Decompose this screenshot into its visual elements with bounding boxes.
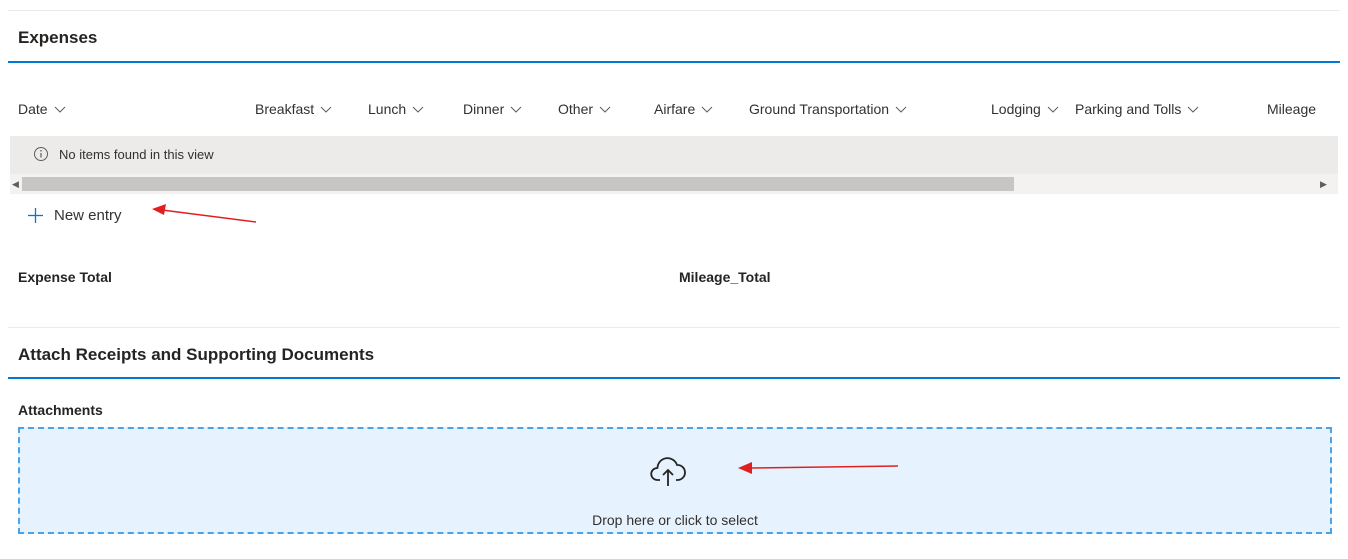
column-header-mileage[interactable]: Mileage (1267, 101, 1316, 117)
chevron-down-icon (54, 106, 65, 113)
column-header-label: Breakfast (255, 101, 315, 117)
scroll-left-arrow-icon[interactable]: ◀ (12, 179, 19, 190)
column-header-label: Mileage (1267, 101, 1317, 117)
column-header-label: Other (558, 101, 594, 117)
chevron-down-icon (599, 106, 611, 113)
column-header-dinner[interactable]: Dinner (463, 101, 522, 117)
red-arrow-icon (738, 462, 899, 474)
column-header-airfare[interactable]: Airfare (654, 101, 713, 117)
column-header-breakfast[interactable]: Breakfast (255, 101, 332, 117)
column-header-parking-and-tolls[interactable]: Parking and Tolls (1075, 101, 1199, 117)
dropzone-text: Drop here or click to select (592, 512, 758, 528)
chevron-down-icon (1188, 106, 1199, 113)
expenses-title-underline (8, 61, 1340, 63)
new-entry-label: New entry (54, 207, 122, 224)
horizontal-scrollbar-thumb[interactable] (22, 177, 1014, 191)
column-header-other[interactable]: Other (558, 101, 611, 117)
section-divider (8, 327, 1340, 328)
red-arrow-icon (152, 204, 257, 223)
chevron-down-icon (510, 106, 522, 113)
chevron-down-icon (412, 106, 424, 113)
column-header-label: Lodging (991, 101, 1041, 117)
column-header-lodging[interactable]: Lodging (991, 101, 1059, 117)
top-divider (8, 10, 1340, 11)
column-header-label: Date (18, 101, 48, 117)
column-header-date[interactable]: Date (18, 101, 66, 117)
chevron-down-icon (701, 106, 713, 113)
column-header-label: Airfare (654, 101, 696, 117)
empty-list-message: No items found in this view (59, 147, 214, 162)
column-header-ground-transportation[interactable]: Ground Transportation (749, 101, 907, 117)
chevron-down-icon (1047, 106, 1059, 113)
chevron-down-icon (320, 106, 332, 113)
expense-total-label: Expense Total (18, 269, 112, 285)
plus-icon (28, 208, 43, 223)
column-header-label: Ground Transportation (749, 101, 890, 117)
column-header-label: Parking and Tolls (1075, 101, 1182, 117)
attachments-section-title: Attach Receipts and Supporting Documents (18, 345, 375, 364)
column-header-label: Dinner (463, 101, 505, 117)
expenses-section-title: Expenses (18, 28, 98, 47)
chevron-down-icon (895, 106, 907, 113)
cloud-upload-icon (650, 457, 686, 486)
attachments-title-underline (8, 377, 1340, 379)
attachments-dropzone[interactable]: Drop here or click to select (18, 427, 1332, 534)
info-icon (34, 147, 48, 161)
mileage-total-label: Mileage_Total (679, 269, 771, 285)
scroll-right-arrow-icon[interactable]: ▶ (1320, 179, 1327, 190)
column-header-label: Lunch (368, 101, 407, 117)
new-entry-button[interactable]: New entry (27, 207, 122, 224)
attachments-field-label: Attachments (18, 402, 103, 418)
column-header-lunch[interactable]: Lunch (368, 101, 424, 117)
